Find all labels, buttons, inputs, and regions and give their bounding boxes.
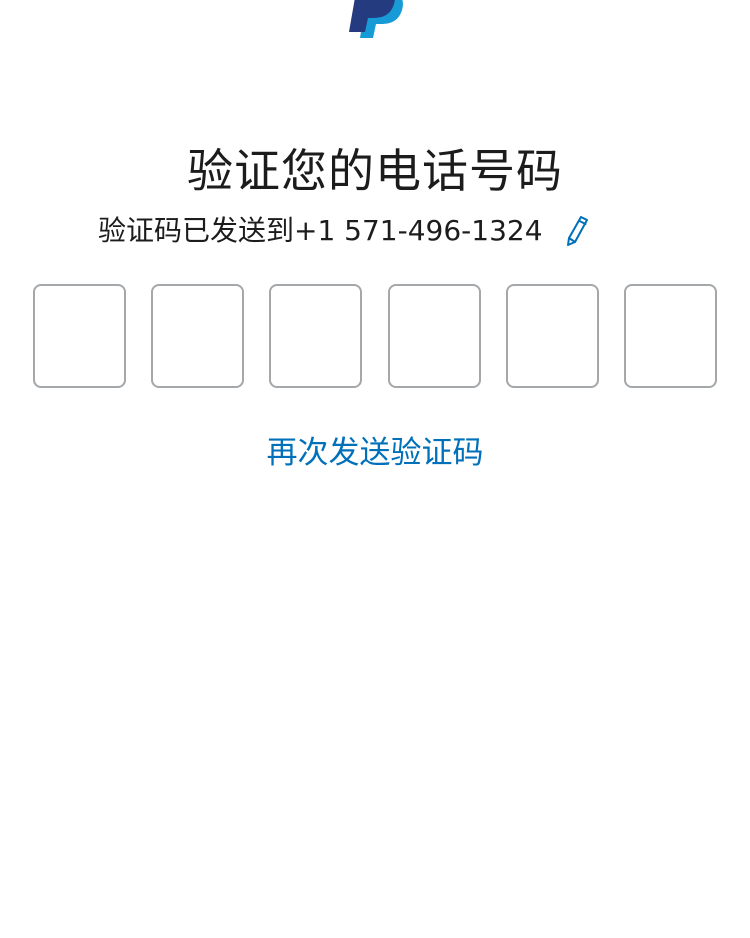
code-digit-input-4[interactable] [387,284,481,388]
code-digit-input-6[interactable] [623,284,717,388]
code-digit-input-3[interactable] [269,284,363,388]
code-digit-input-5[interactable] [505,284,599,388]
code-digit-input-2[interactable] [151,284,245,388]
resend-code-link[interactable]: 再次发送验证码 [0,430,750,476]
code-sent-message-row: 验证码已发送到+1 571-496-1324 [98,208,591,254]
verification-code-inputs [33,284,717,388]
code-digit-input-1[interactable] [33,284,126,388]
page-title: 验证您的电话号码 [187,143,563,198]
code-sent-message: 验证码已发送到+1 571-496-1324 [98,214,543,247]
pencil-icon[interactable] [563,214,591,248]
paypal-logo-icon [345,0,407,40]
